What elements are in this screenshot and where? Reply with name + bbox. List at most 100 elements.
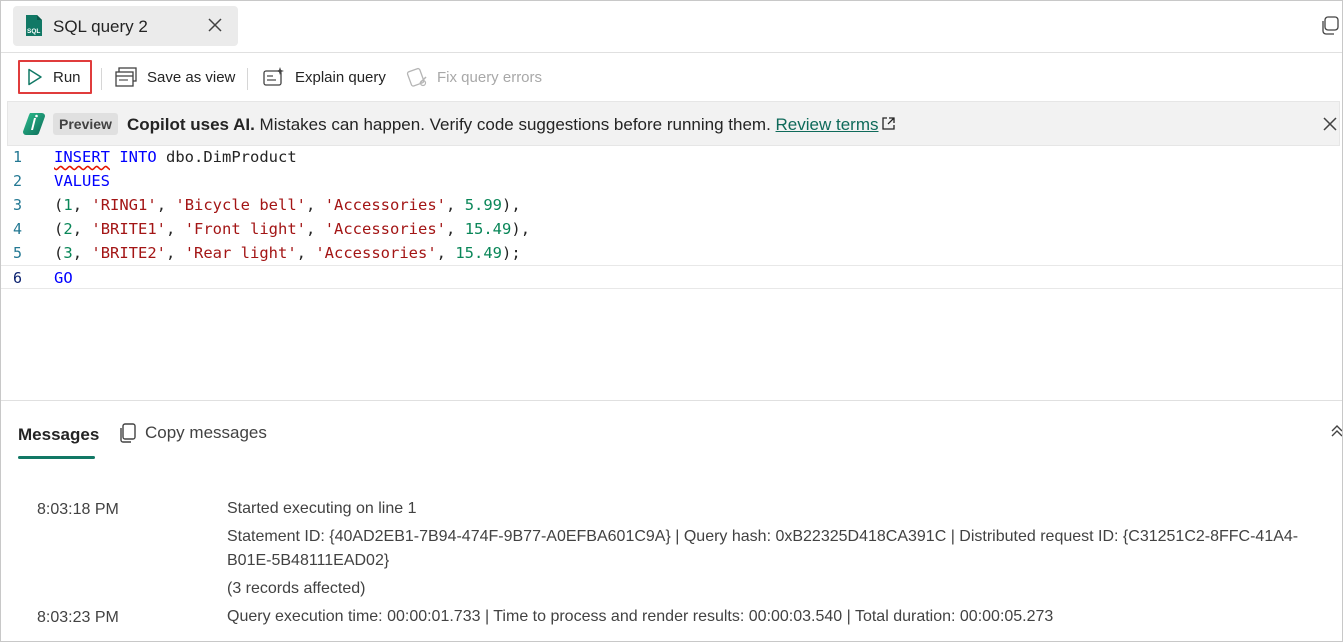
message-time: 8:03:18 PM: [37, 501, 119, 518]
code-token: 'BRITE2': [91, 244, 167, 262]
code-token: 3: [63, 244, 73, 262]
tab-bar: SQL SQL query 2: [1, 1, 1342, 53]
svg-text:SQL: SQL: [27, 28, 40, 35]
run-button[interactable]: Run: [18, 60, 92, 94]
message-line: (3 records affected): [227, 580, 366, 597]
code-text: INSERT INTO dbo.DimProduct: [54, 145, 297, 169]
fix-errors-icon: [406, 67, 427, 87]
message-body: Started executing on line 1 Statement ID…: [227, 497, 1312, 601]
code-line[interactable]: 4 (2, 'BRITE1', 'Front light', 'Accessori…: [1, 217, 1342, 241]
code-line[interactable]: 6 GO: [1, 265, 1342, 289]
copilot-disclaimer-text: Mistakes can happen. Verify code suggest…: [254, 115, 776, 134]
save-view-icon: [115, 67, 137, 87]
copilot-disclaimer-strong: Copilot uses AI.: [127, 115, 255, 134]
close-tab-icon[interactable]: [205, 15, 225, 35]
copy-messages-button[interactable]: Copy messages: [119, 423, 267, 443]
code-line[interactable]: 2 VALUES: [1, 169, 1342, 193]
code-token: INTO: [119, 148, 157, 166]
code-line[interactable]: 3 (1, 'RING1', 'Bicycle bell', 'Accessori…: [1, 193, 1342, 217]
toolbar-divider: [101, 68, 102, 90]
copy-icon: [120, 423, 136, 443]
toolbar-divider: [247, 68, 248, 90]
code-token: ,: [166, 244, 185, 262]
code-token: ),: [511, 220, 531, 238]
code-token: 'RING1': [91, 196, 157, 214]
code-token: ,: [72, 220, 92, 238]
code-token: ,: [166, 220, 185, 238]
review-terms-link[interactable]: Review terms: [776, 115, 879, 134]
code-token: dbo.DimProduct: [156, 148, 297, 166]
panel-divider: [1, 400, 1342, 401]
copilot-disclaimer: Copilot uses AI. Mistakes can happen. Ve…: [127, 115, 896, 135]
code-text: VALUES: [54, 169, 110, 193]
explain-query-label: Explain query: [295, 68, 386, 86]
code-text: (1, 'RING1', 'Bicycle bell', 'Accessorie…: [54, 193, 521, 217]
results-tabs: Messages Copy messages: [1, 409, 1342, 463]
explain-query-button[interactable]: Explain query: [262, 60, 386, 94]
code-text: (2, 'BRITE1', 'Front light', 'Accessorie…: [54, 217, 530, 241]
line-number: 3: [13, 196, 23, 214]
run-label: Run: [53, 68, 81, 86]
copy-messages-label: Copy messages: [145, 423, 267, 442]
copilot-icon: [23, 113, 45, 135]
code-token: 15.49: [464, 220, 512, 238]
preview-badge: Preview: [53, 113, 118, 135]
code-token: ,: [306, 196, 325, 214]
active-tab-indicator: [18, 456, 95, 459]
query-toolbar: Run Save as view Explain query Fix query…: [1, 54, 1342, 100]
tab-messages[interactable]: Messages: [18, 425, 99, 445]
code-token: ,: [72, 196, 92, 214]
sql-file-icon: SQL: [26, 15, 42, 36]
code-line[interactable]: 1 INSERT INTO dbo.DimProduct: [1, 145, 1342, 169]
code-token: 'Bicycle bell': [175, 196, 307, 214]
code-token: ,: [436, 244, 456, 262]
code-token: ,: [306, 220, 325, 238]
code-text: (3, 'BRITE2', 'Rear light', 'Accessories…: [54, 241, 521, 265]
message-body: Query execution time: 00:00:01.733 | Tim…: [227, 605, 1312, 629]
line-number: 6: [13, 269, 23, 287]
code-token: (: [54, 196, 64, 214]
close-banner-icon[interactable]: [1321, 115, 1339, 133]
code-line[interactable]: 5 (3, 'BRITE2', 'Rear light', 'Accessorie…: [1, 241, 1342, 265]
external-link-icon[interactable]: [881, 116, 896, 131]
code-token: 'Rear light': [184, 244, 297, 262]
code-token: ),: [502, 196, 521, 214]
restore-window-icon[interactable]: [1319, 15, 1341, 37]
tab-sql-query[interactable]: SQL SQL query 2: [13, 6, 238, 46]
code-token: 15.49: [455, 244, 503, 262]
code-token: 'Accessories': [324, 220, 447, 238]
line-number: 4: [13, 220, 23, 238]
code-token: 2: [63, 220, 73, 238]
fix-query-errors-label: Fix query errors: [437, 68, 543, 86]
sql-query-editor-window: SQL SQL query 2 Run Save as view Explain…: [0, 0, 1343, 642]
code-token: 1: [63, 196, 73, 214]
message-line: Started executing on line 1: [227, 500, 417, 517]
line-number: 1: [13, 148, 23, 166]
collapse-panel-icon[interactable]: [1329, 423, 1343, 439]
code-token: (: [54, 220, 64, 238]
code-token: 'Accessories': [324, 196, 447, 214]
explain-sparkle-icon: [263, 67, 284, 86]
line-number: 5: [13, 244, 23, 262]
code-token: ,: [156, 196, 176, 214]
code-token: ,: [446, 196, 465, 214]
code-token: 'Accessories': [315, 244, 437, 262]
message-line: Query execution time: 00:00:01.733 | Tim…: [227, 608, 1054, 625]
tab-title: SQL query 2: [53, 17, 148, 36]
line-number: 2: [13, 172, 23, 190]
message-line: Statement ID: {40AD2EB1-7B94-474F-9B77-A…: [227, 528, 1299, 569]
code-token: INSERT: [54, 148, 110, 166]
code-token: ,: [72, 244, 92, 262]
code-editor[interactable]: 1 INSERT INTO dbo.DimProduct 2 VALUES 3 (1, '…: [1, 146, 1342, 400]
play-icon: [28, 68, 42, 86]
code-token: (: [54, 244, 64, 262]
code-token: 'Front light': [184, 220, 307, 238]
code-token: ,: [296, 244, 316, 262]
fix-query-errors-button[interactable]: Fix query errors: [406, 60, 542, 94]
save-as-view-button[interactable]: Save as view: [114, 60, 235, 94]
code-token: 'BRITE1': [91, 220, 167, 238]
code-token: );: [502, 244, 521, 262]
code-text: GO: [54, 266, 73, 290]
code-token: VALUES: [54, 172, 110, 190]
